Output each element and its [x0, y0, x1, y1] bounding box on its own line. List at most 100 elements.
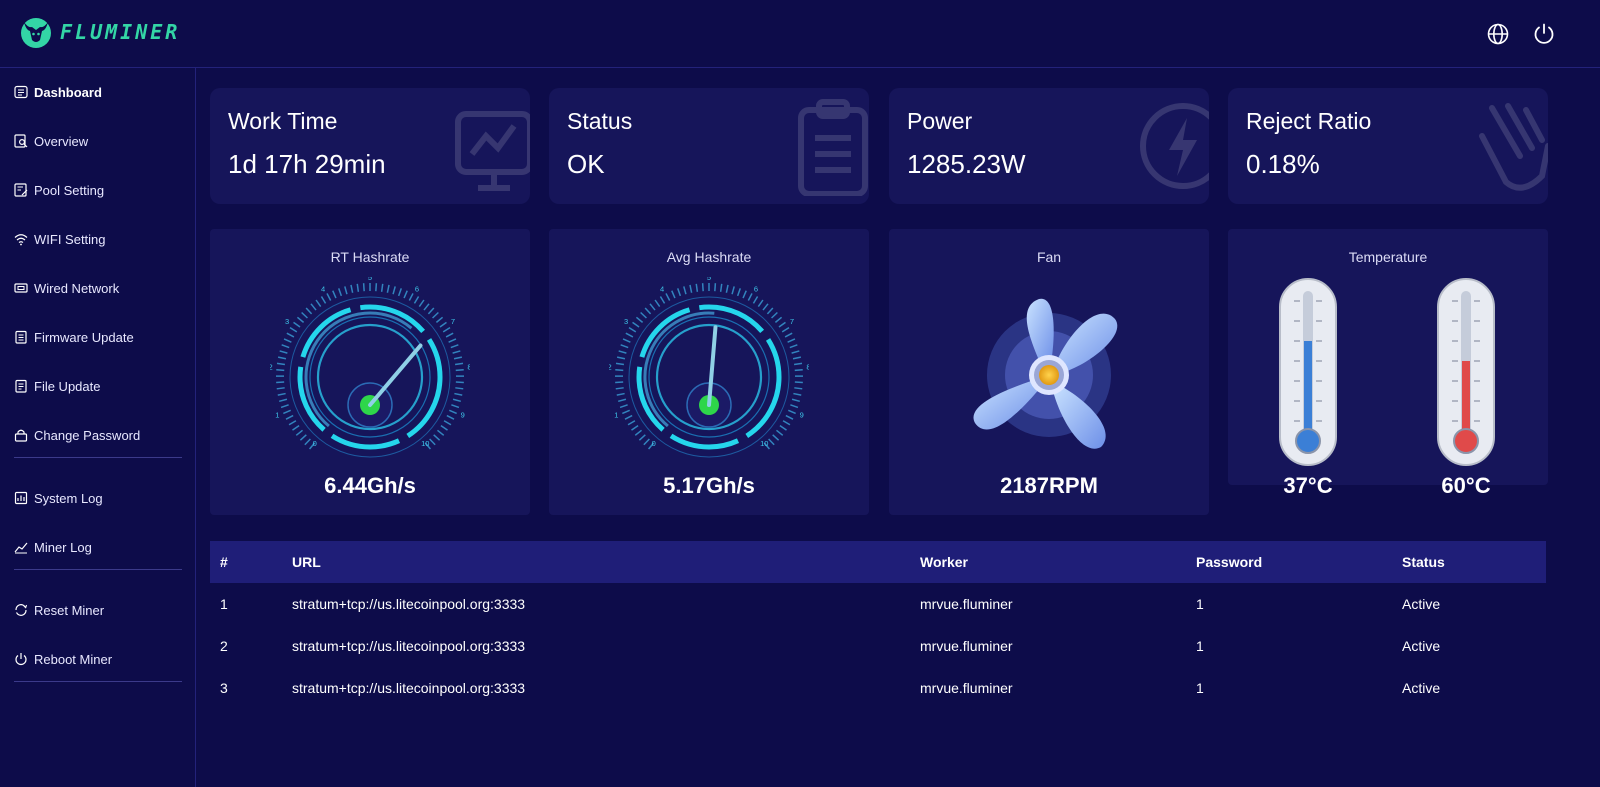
- gauge-tick-label: 6: [415, 285, 419, 294]
- gauge-tick: [794, 368, 803, 372]
- sidebar-divider: [14, 569, 182, 570]
- sidebar-divider: [14, 681, 182, 682]
- gauge-tick-label: 4: [321, 285, 325, 294]
- sidebar-divider: [14, 457, 182, 458]
- stat-title: Work Time: [228, 108, 338, 134]
- gauge-tick: [615, 387, 624, 390]
- sidebar-item-system-log[interactable]: System Log: [14, 487, 103, 509]
- gauge-tick: [455, 368, 464, 372]
- col-header-status: Status: [1402, 554, 1445, 570]
- gauge-tick: [787, 338, 796, 343]
- work-time-value: 1d 17h 29min: [228, 149, 386, 179]
- gauge-tick-label: 5: [707, 277, 711, 282]
- power-icon: [15, 653, 27, 666]
- gauge-tick: [781, 327, 790, 333]
- cell-worker: mrvue.fluminer: [920, 680, 1013, 696]
- gauge-tick: [638, 434, 646, 441]
- sidebar-item-pool-setting[interactable]: Pool Setting: [14, 179, 104, 201]
- sidebar-item-overview[interactable]: Overview: [14, 130, 88, 152]
- gauge-tick-label: 1: [275, 410, 279, 419]
- fluminer-logo[interactable]: FLUMINER: [18, 14, 180, 50]
- fan-card: Fan 2187RPM: [889, 229, 1209, 515]
- gauge-tick: [439, 321, 447, 328]
- gauge-tick-label: 8: [806, 363, 809, 372]
- power-icon[interactable]: [1532, 22, 1556, 46]
- gauge-tick: [427, 307, 435, 315]
- cell-url: stratum+tcp://us.litecoinpool.org:3333: [292, 638, 526, 654]
- cell-url: stratum+tcp://us.litecoinpool.org:3333: [292, 680, 526, 696]
- cell-worker: mrvue.fluminer: [920, 596, 1013, 612]
- sidebar-item-label: Reset Miner: [34, 602, 105, 618]
- gauge-tick-label: 5: [368, 277, 372, 282]
- clipboard-icon: [798, 99, 868, 196]
- cell-worker: mrvue.fluminer: [920, 638, 1013, 654]
- gauge-tick: [279, 398, 288, 403]
- globe-icon[interactable]: [1486, 22, 1510, 46]
- sidebar-item-reboot-miner[interactable]: Reboot Miner: [14, 648, 112, 670]
- rt-hashrate-card: RT Hashrate 0 1 2 3 4 5 6 7 8 9 10 6.44Gh/s: [210, 229, 530, 515]
- wifi-icon: [14, 234, 28, 246]
- temperature-low-value: 37°C: [1283, 473, 1333, 498]
- gauge-tick: [752, 296, 759, 304]
- monitor-chart-icon: [455, 111, 530, 191]
- temperature-card: Temperature 37°C 60°C: [1228, 229, 1548, 498]
- sidebar: Dashboard Overview Pool Setting WIFI Set…: [0, 68, 196, 787]
- gauge-tick: [784, 332, 793, 338]
- sidebar-item-label: Change Password: [34, 427, 141, 443]
- temperature-title: Temperature: [1348, 249, 1428, 265]
- gauge-tick: [281, 344, 290, 349]
- gauge-tick: [714, 283, 717, 292]
- gauge-tick: [277, 392, 286, 396]
- gauge-tick-label: 3: [285, 317, 289, 326]
- table-row: 1 stratum+tcp://us.litecoinpool.org:3333…: [210, 583, 1546, 625]
- gauge-tick: [794, 387, 803, 390]
- col-header-password: Password: [1196, 554, 1263, 570]
- fan-title: Fan: [1036, 249, 1062, 265]
- gauge-tick: [635, 316, 644, 323]
- sidebar-item-label: Overview: [34, 133, 89, 149]
- sidebar-item-firmware-update[interactable]: Firmware Update: [14, 326, 134, 348]
- gauge-tick: [436, 429, 445, 436]
- sidebar-item-wired-network[interactable]: Wired Network: [14, 277, 119, 299]
- sidebar-item-file-update[interactable]: File Update: [14, 375, 100, 397]
- logo-text: FLUMINER: [60, 20, 181, 44]
- sidebar-item-change-password[interactable]: Change Password: [14, 424, 140, 446]
- temperature-high-value: 60°C: [1441, 473, 1491, 498]
- gauge-tick: [736, 288, 741, 297]
- gauge-tick: [766, 307, 774, 315]
- sidebar-item-reset-miner[interactable]: Reset Miner: [14, 599, 104, 621]
- gauge-tick: [775, 429, 784, 436]
- gauge-tick-label: 10: [421, 439, 429, 448]
- sidebar-item-dashboard[interactable]: Dashboard: [14, 81, 102, 103]
- sidebar-item-wifi-setting[interactable]: WIFI Setting: [14, 228, 106, 250]
- gauge-tick: [446, 414, 455, 420]
- gauge-tick-label: 4: [660, 285, 664, 294]
- gauge-tick: [429, 438, 436, 446]
- lightning-icon: [1140, 103, 1209, 189]
- col-header-worker: Worker: [920, 554, 968, 570]
- cell-status: Active: [1402, 638, 1441, 654]
- gauge-tick: [788, 409, 796, 415]
- table-header-row: # URL Worker Password Status: [210, 541, 1546, 583]
- chart-line-icon: [14, 542, 28, 554]
- cell-password: 1: [1196, 680, 1204, 696]
- gauge-tick: [793, 392, 802, 396]
- status-value: OK: [567, 149, 605, 179]
- gauge-tick: [779, 425, 787, 431]
- pool-table: # URL Worker Password Status 1 stratum+t…: [210, 541, 1546, 709]
- gauge-tick-label: 10: [760, 439, 768, 448]
- gauge-tick: [774, 316, 783, 323]
- gauge-tick: [453, 356, 463, 360]
- reject-ratio-card: Reject Ratio 0.18%: [1228, 88, 1548, 204]
- thermometer-high-icon: [1437, 278, 1495, 466]
- gauge-tick: [442, 327, 451, 333]
- gauge-tick: [627, 420, 636, 426]
- sidebar-item-label: Dashboard: [34, 84, 102, 100]
- sidebar-item-miner-log[interactable]: Miner Log: [14, 536, 92, 558]
- gauge-tick: [454, 392, 463, 396]
- gauge-tick: [454, 362, 464, 366]
- gauge-tick: [413, 296, 420, 304]
- sidebar-item-label: Pool Setting: [34, 182, 105, 198]
- gauge-tick: [288, 420, 297, 426]
- sidebar-item-label: Reboot Miner: [34, 651, 113, 667]
